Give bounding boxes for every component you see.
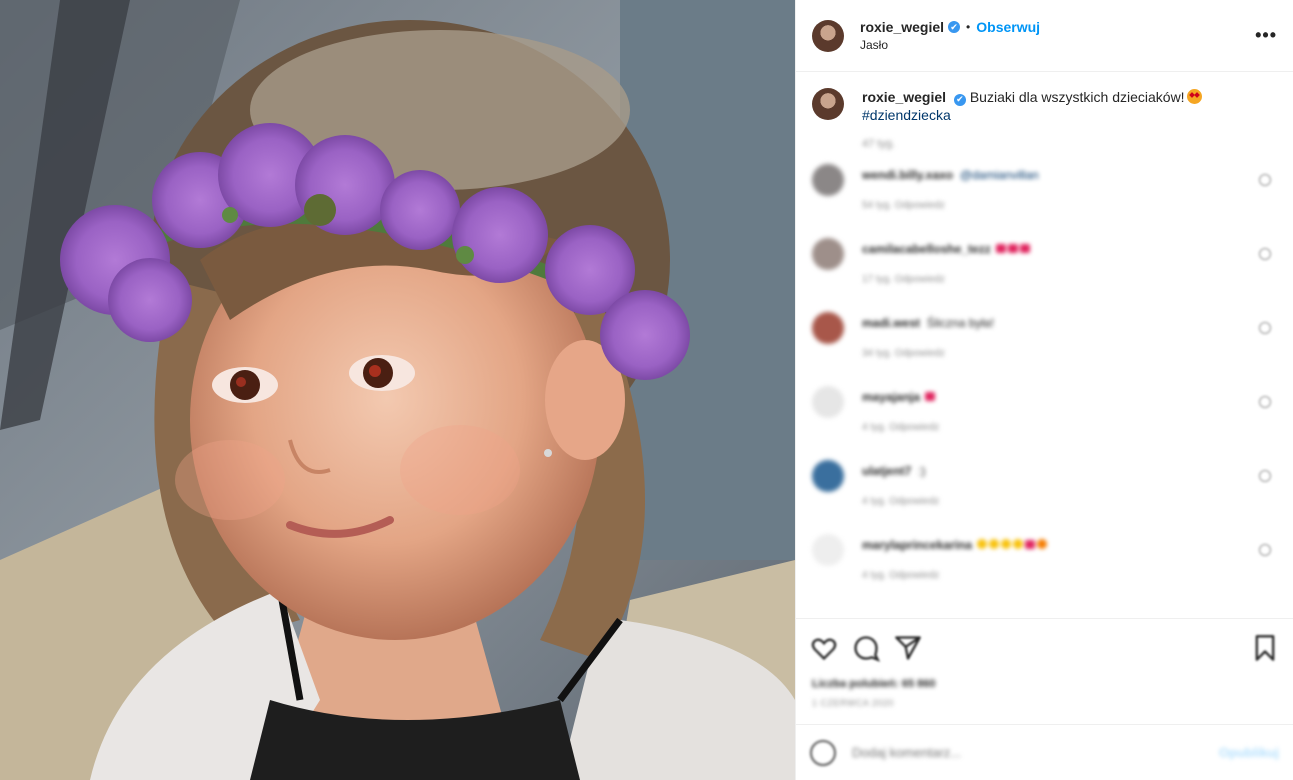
comment-meta: 54 tyg. Odpowiedz — [862, 200, 945, 211]
post-actions-bar — [796, 618, 1293, 676]
instagram-post-view: roxie_wegiel ✔ • Obserwuj Jasło ••• roxi… — [0, 0, 1293, 780]
comment-meta: 17 tyg. Odpowiedz — [862, 274, 945, 285]
photo-girl-flower-crown — [0, 0, 795, 780]
heart-emoji-icon — [1020, 244, 1031, 253]
comment-text: Śliczna była! — [926, 316, 995, 330]
commenter-avatar[interactable] — [812, 164, 844, 196]
comment-text: @damianvillan — [959, 168, 1039, 182]
post-side-panel: roxie_wegiel ✔ • Obserwuj Jasło ••• roxi… — [795, 0, 1293, 780]
comment-item: madi.west Śliczna była! 34 tyg. Odpowied… — [812, 312, 1277, 386]
commenter-avatar[interactable] — [812, 534, 844, 566]
comment-like-icon[interactable] — [1259, 470, 1271, 482]
emoji-icon[interactable] — [810, 739, 836, 766]
likes-count[interactable]: Liczba polubień: 65 860 — [812, 678, 1277, 690]
comment-username[interactable]: wendi.billy.xaxo — [862, 168, 953, 182]
heart-emoji-icon — [996, 244, 1007, 253]
caption-hashtag[interactable]: #dziendziecka — [862, 107, 951, 123]
caption-body: Buziaki dla wszystkich dzieciaków! — [969, 89, 1185, 105]
comment-username[interactable]: madi.west — [862, 316, 920, 330]
add-comment-bar: Opublikuj — [796, 724, 1293, 780]
heart-emoji-icon — [1008, 244, 1019, 253]
post-caption: roxie_wegiel ✔ Buziaki dla wszystkich dz… — [812, 88, 1277, 124]
author-username[interactable]: roxie_wegiel — [860, 19, 944, 35]
comment-item: mayajanja 4 tyg. Odpowiedz — [812, 386, 1277, 460]
comment-like-icon[interactable] — [1259, 544, 1271, 556]
post-photo[interactable] — [0, 0, 795, 780]
comment-input[interactable] — [850, 744, 1220, 761]
comments-list[interactable]: roxie_wegiel ✔ Buziaki dla wszystkich dz… — [796, 72, 1293, 618]
separator-dot: • — [966, 20, 971, 34]
face-emoji-icon — [1001, 539, 1012, 549]
caption-text: roxie_wegiel ✔ Buziaki dla wszystkich dz… — [862, 88, 1242, 124]
fire-emoji-icon — [1037, 539, 1048, 549]
save-icon[interactable] — [1251, 634, 1279, 662]
face-emoji-icon — [989, 539, 1000, 549]
heart-icon[interactable] — [810, 634, 838, 662]
commenter-avatar[interactable] — [812, 238, 844, 270]
comment-meta: 4 tyg. Odpowiedz — [862, 422, 940, 433]
post-location[interactable]: Jasło — [860, 38, 1040, 52]
author-avatar[interactable] — [812, 19, 844, 52]
comment-meta: 34 tyg. Odpowiedz — [862, 348, 945, 359]
comment-text: :) — [918, 464, 926, 478]
caption-avatar[interactable] — [812, 88, 844, 120]
post-date: 1 CZERWCA 2020 — [812, 698, 894, 708]
comment-meta: 4 tyg. Odpowiedz — [862, 570, 940, 581]
likes-section: Liczba polubień: 65 860 1 CZERWCA 2020 — [796, 676, 1293, 724]
commenter-avatar[interactable] — [812, 386, 844, 418]
comment-item: camilacabelloshe_tezz 17 tyg. Odpowiedz — [812, 238, 1277, 312]
face-emoji-icon — [1013, 539, 1024, 549]
comment-like-icon[interactable] — [1259, 322, 1271, 334]
post-comment-button[interactable]: Opublikuj — [1219, 745, 1279, 760]
comment-username[interactable]: marylaprincekarina — [862, 538, 972, 552]
comment-username[interactable]: camilacabelloshe_tezz — [862, 242, 991, 256]
comment-like-icon[interactable] — [1259, 396, 1271, 408]
verified-badge-icon: ✔ — [953, 93, 966, 106]
comment-username[interactable]: mayajanja — [862, 390, 920, 404]
author-meta: roxie_wegiel ✔ • Obserwuj Jasło — [860, 19, 1040, 52]
comment-item: wendi.billy.xaxo @damianvillan 54 tyg. O… — [812, 164, 1277, 238]
share-icon[interactable] — [894, 634, 922, 662]
commenter-avatar[interactable] — [812, 460, 844, 492]
caption-username[interactable]: roxie_wegiel — [862, 89, 946, 105]
heart-emoji-icon — [925, 392, 936, 401]
comment-meta: 4 tyg. Odpowiedz — [862, 496, 940, 507]
heart-emoji-icon — [1025, 540, 1036, 549]
commenter-avatar[interactable] — [812, 312, 844, 344]
face-emoji-icon — [977, 539, 988, 549]
more-options-icon[interactable]: ••• — [1255, 25, 1277, 46]
comment-username[interactable]: ulatjent7 — [862, 464, 911, 478]
caption-time: 47 tyg. — [862, 138, 896, 150]
star-struck-emoji-icon — [1186, 89, 1202, 104]
verified-badge-icon: ✔ — [948, 21, 961, 33]
post-header: roxie_wegiel ✔ • Obserwuj Jasło ••• — [796, 0, 1293, 72]
comment-item: ulatjent7 :) 4 tyg. Odpowiedz — [812, 460, 1277, 534]
comment-like-icon[interactable] — [1259, 248, 1271, 260]
follow-button[interactable]: Obserwuj — [976, 19, 1040, 35]
comment-item: marylaprincekarina 4 tyg. Odpowiedz — [812, 534, 1277, 608]
comment-like-icon[interactable] — [1259, 174, 1271, 186]
comment-icon[interactable] — [852, 634, 881, 662]
